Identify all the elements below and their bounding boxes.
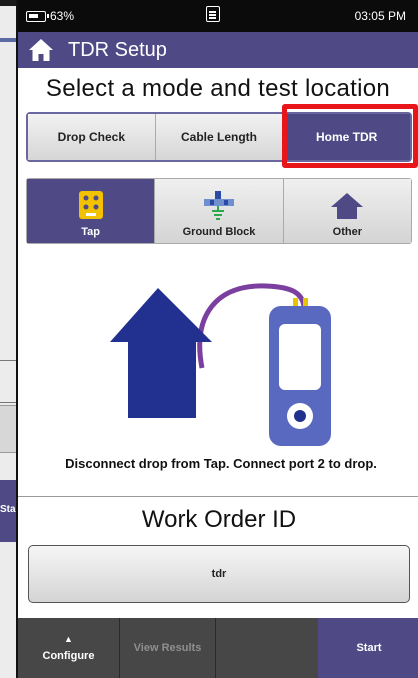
mode-label: Cable Length	[181, 130, 258, 144]
mode-drop-check-button[interactable]: Drop Check	[28, 114, 156, 160]
work-order-value: tdr	[211, 568, 227, 580]
location-ground-block-button[interactable]: Ground Block	[155, 179, 284, 243]
house-illustration	[110, 288, 212, 418]
mode-label: Drop Check	[57, 130, 126, 144]
work-order-input[interactable]: tdr	[28, 545, 410, 603]
background-window-button[interactable]	[0, 405, 16, 453]
mode-label: Home TDR	[316, 130, 378, 144]
empty-toolbar-slot	[216, 618, 318, 678]
divider	[18, 496, 418, 497]
mode-heading: Select a mode and test location	[45, 75, 391, 102]
background-window-bottom	[0, 542, 16, 678]
location-selector: Tap Ground Block Other	[26, 178, 412, 244]
background-window-titlebar	[0, 38, 16, 42]
background-window-start-button[interactable]: Start	[0, 480, 16, 542]
connection-illustration	[110, 283, 331, 446]
start-label: Start	[356, 642, 382, 654]
page-title: TDR Setup	[68, 38, 167, 61]
chevron-up-icon: ▲	[64, 633, 73, 644]
status-bar: 63% 03:05 PM	[18, 0, 418, 32]
view-results-label: View Results	[133, 642, 202, 654]
view-results-button[interactable]: View Results	[120, 618, 216, 678]
background-start-label: Start	[0, 504, 16, 515]
ground-block-icon	[203, 191, 234, 220]
location-other-button[interactable]: Other	[283, 179, 411, 243]
location-tap-button[interactable]: Tap	[27, 179, 156, 243]
title-bar: TDR Setup	[18, 32, 418, 68]
start-button[interactable]: Start	[318, 618, 418, 678]
clock: 03:05 PM	[354, 9, 406, 23]
background-window-divider	[0, 402, 16, 403]
battery-percent: 63%	[50, 9, 75, 23]
mode-cable-length-button[interactable]: Cable Length	[155, 114, 284, 160]
mode-selector: Drop Check Cable Length Home TDR	[26, 112, 412, 162]
home-icon[interactable]	[28, 38, 54, 62]
mode-home-tdr-button[interactable]: Home TDR	[283, 114, 411, 160]
bottom-toolbar: ▲ Configure View Results Start	[18, 618, 418, 678]
location-label: Other	[332, 226, 362, 238]
configure-label: Configure	[42, 649, 95, 662]
instruction-text: Disconnect drop from Tap. Connect port 2…	[65, 456, 377, 471]
house-icon	[331, 193, 364, 219]
background-window-divider	[0, 360, 16, 361]
battery-icon	[26, 10, 49, 22]
background-window-topbar	[0, 0, 16, 6]
meter-illustration	[269, 298, 331, 446]
tap-icon	[78, 191, 103, 219]
battery-indicator: 63%	[26, 9, 74, 23]
work-order-label: Work Order ID	[141, 506, 297, 533]
app-window: 63% 03:05 PM TDR Setup Select a mode and…	[16, 0, 418, 678]
location-label: Tap	[81, 226, 101, 238]
clipboard-icon[interactable]	[206, 6, 220, 22]
configure-button[interactable]: ▲ Configure	[18, 618, 120, 678]
location-label: Ground Block	[182, 226, 256, 238]
